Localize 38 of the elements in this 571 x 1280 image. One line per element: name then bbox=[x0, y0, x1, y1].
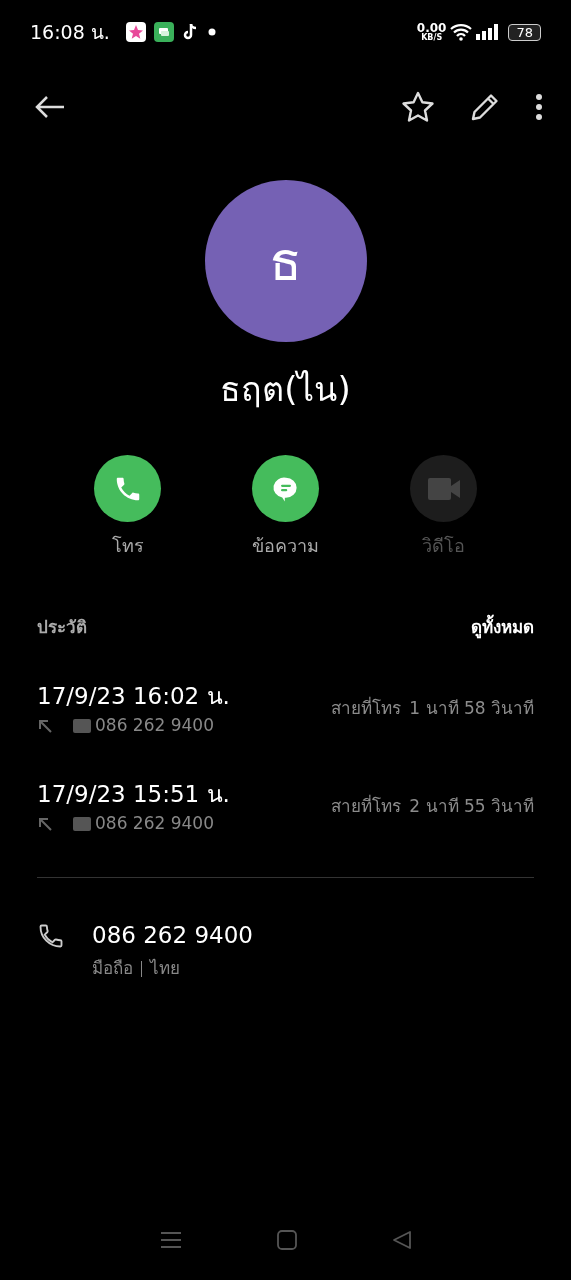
call-time: 17/9/23 16:02 น. bbox=[37, 681, 230, 711]
call-duration: 1 นาที 58 วินาที bbox=[409, 697, 534, 718]
call-type: สายที่โทร bbox=[331, 697, 402, 718]
app-star-icon bbox=[125, 22, 146, 42]
star-icon[interactable] bbox=[401, 91, 435, 123]
phone-number: 086 262 9400 bbox=[92, 920, 253, 950]
battery-indicator: 78 bbox=[508, 23, 541, 41]
contact-name: ธฤต(ไน) bbox=[220, 368, 351, 411]
call-number: 086 262 9400 bbox=[95, 714, 214, 737]
speed-unit: KB/S bbox=[421, 34, 443, 42]
signal-icon bbox=[476, 24, 501, 40]
outgoing-arrow-icon bbox=[37, 815, 53, 832]
avatar: ธ bbox=[204, 180, 367, 342]
home-icon[interactable] bbox=[276, 1230, 297, 1250]
edit-icon[interactable] bbox=[469, 91, 501, 123]
phone-label: มือถือ bbox=[92, 957, 133, 980]
phone-country: ไทย bbox=[150, 957, 180, 980]
more-icon[interactable] bbox=[535, 93, 543, 121]
action-label: วิดีโอ bbox=[422, 534, 465, 558]
speed-value: 0.00 bbox=[416, 22, 447, 34]
menu-icon[interactable] bbox=[159, 1231, 182, 1249]
call-time: 17/9/23 15:51 น. bbox=[37, 779, 230, 809]
video-camera-icon bbox=[426, 475, 461, 502]
chat-app-icon bbox=[153, 22, 174, 42]
wifi-icon bbox=[450, 23, 473, 41]
outgoing-arrow-icon bbox=[37, 717, 53, 734]
call-duration: 2 นาที 55 วินาที bbox=[409, 795, 534, 816]
dot-icon bbox=[207, 28, 216, 36]
clock: 16:08 น. bbox=[30, 19, 110, 45]
separator-line bbox=[141, 960, 142, 977]
section-title: ประวัติ bbox=[37, 616, 87, 639]
call-number: 086 262 9400 bbox=[95, 812, 214, 835]
action-label: ข้อความ bbox=[252, 534, 319, 558]
view-all-link[interactable]: ดูทั้งหมด bbox=[471, 615, 534, 641]
action-label: โทร bbox=[111, 534, 144, 558]
call-type: สายที่โทร bbox=[331, 795, 402, 816]
back-nav-icon[interactable] bbox=[391, 1230, 412, 1250]
back-icon[interactable] bbox=[34, 95, 66, 119]
